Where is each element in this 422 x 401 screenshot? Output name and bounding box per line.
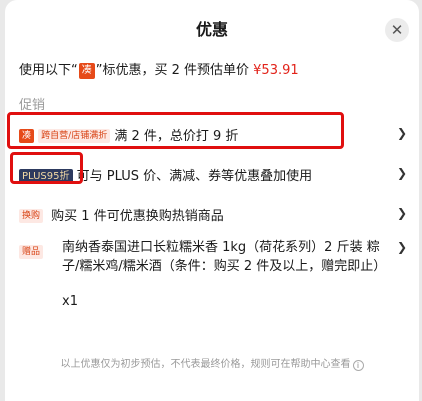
chevron-right-icon: ❯ [396,240,407,254]
summary-mid: ”标优惠，买 2 件预估单价 [95,63,254,78]
footer-note: 以上优惠仅为初步预估，不代表最终价格，规则可在帮助中心查看 i [5,355,419,371]
promo-text: 购买 1 件可优惠换购热销商品 [51,209,224,224]
close-glyph: ✕ [390,21,404,39]
sheet-title: 优惠 [195,20,228,39]
price-summary: 使用以下“ 凑 ”标优惠，买 2 件预估单价 ¥53.91 [19,59,299,79]
section-label-promotions: 促销 [19,98,46,113]
gift-tag-wrap: 赠品 [19,241,44,260]
promotion-sheet: 优惠 ✕ 使用以下“ 凑 ”标优惠，买 2 件预估单价 ¥53.91 促销 凑 跨自… [5,0,419,401]
chevron-right-icon: ❯ [396,126,407,140]
footer-note-text: 以上优惠仅为初步预估，不代表最终价格，规则可在帮助中心查看 [60,359,351,370]
chevron-right-icon: ❯ [396,206,407,220]
gift-description: 南纳香泰国进口长粒糯米香 1kg（荷花系列）2 斤装 粽子/糯米鸡/糯米酒（条件… [62,240,387,274]
brand-badge: 凑 [78,63,95,79]
summary-prefix: 使用以下“ [19,63,78,78]
info-icon[interactable]: i [352,360,364,371]
chevron-right-icon: ❯ [396,166,407,180]
close-icon[interactable]: ✕ [385,18,409,42]
estimated-unit-price: ¥53.91 [253,63,299,78]
promotion-row-trade-in[interactable]: 换购 购买 1 件可优惠换购热销商品 ❯ [5,198,419,228]
highlight-box-plus [10,152,83,184]
promo-tag: 换购 [19,209,44,223]
gift-quantity: x1 [62,294,78,309]
gift-tag: 赠品 [19,245,44,259]
promotion-content: 换购 购买 1 件可优惠换购热销商品 [19,205,224,224]
highlight-box-multi-buy [7,112,344,149]
promo-text: 可与 PLUS 价、满减、券等优惠叠加使用 [76,169,313,184]
gift-row-link[interactable]: ❯ [389,238,419,268]
